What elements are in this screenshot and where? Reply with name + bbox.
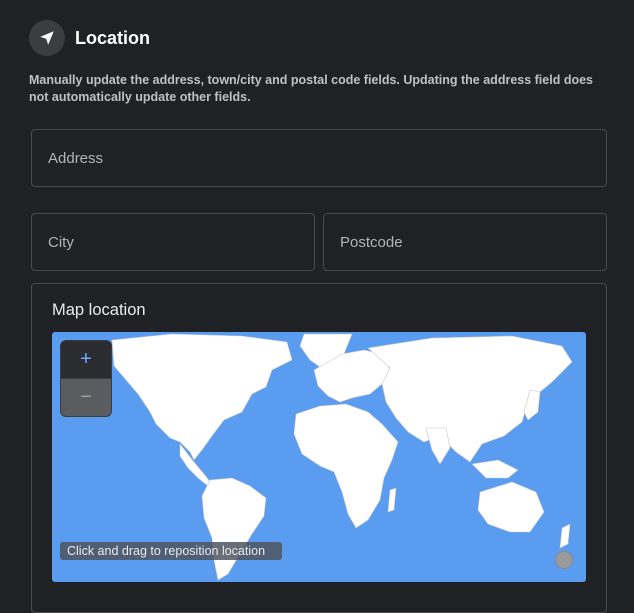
land-india (425, 427, 451, 465)
land-north-america (111, 333, 293, 461)
land-southeast-asia (471, 459, 519, 479)
map-panel: Map location + − Click and drag to repos… (31, 283, 607, 613)
postcode-field[interactable] (323, 213, 607, 271)
map-hint: Click and drag to reposition location (60, 542, 282, 560)
location-header: Location (29, 20, 150, 56)
map-label: Map location (52, 301, 146, 319)
map-canvas[interactable]: + − Click and drag to reposition locatio… (52, 332, 586, 582)
location-marker[interactable] (555, 551, 573, 569)
section-title: Location (75, 27, 150, 48)
land-new-zealand (559, 523, 571, 549)
land-australia (477, 481, 545, 533)
land-madagascar (387, 487, 397, 513)
zoom-in-button[interactable]: + (61, 341, 111, 378)
address-input[interactable] (32, 130, 606, 186)
land-africa (293, 403, 399, 529)
section-description: Manually update the address, town/city a… (29, 73, 593, 104)
land-asia (367, 335, 573, 463)
zoom-control: + − (60, 340, 112, 417)
postcode-input[interactable] (324, 214, 606, 270)
address-field[interactable] (31, 129, 607, 187)
navigation-arrow-icon (29, 20, 65, 56)
land-south-america (201, 477, 267, 581)
city-input[interactable] (32, 214, 314, 270)
zoom-out-button[interactable]: − (61, 378, 111, 416)
city-field[interactable] (31, 213, 315, 271)
